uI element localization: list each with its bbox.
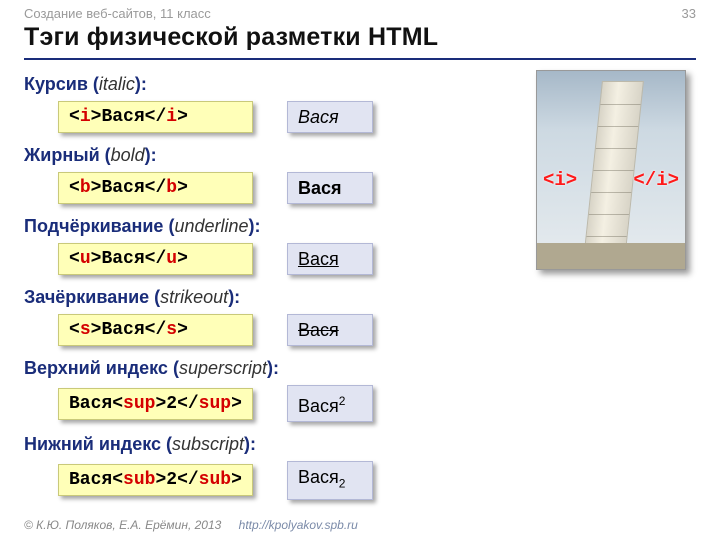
output-box: Вася xyxy=(287,172,373,204)
code-box: Вася<sup>2</sup> xyxy=(58,388,253,420)
code-box: <u>Вася</u> xyxy=(58,243,253,275)
example-pair: <b>Вася</b> Вася xyxy=(58,172,526,204)
code-box: <s>Вася</s> xyxy=(58,314,253,346)
example-pair: <u>Вася</u> Вася xyxy=(58,243,526,275)
slide: Создание веб-сайтов, 11 класс 33 Тэги фи… xyxy=(0,0,720,540)
tower-body xyxy=(584,81,644,251)
output-box: Вася2 xyxy=(287,385,373,422)
example-pair: <i>Вася</i> Вася xyxy=(58,101,526,133)
example-pair: <s>Вася</s> Вася xyxy=(58,314,526,346)
label-en: bold xyxy=(111,145,145,165)
tower-close-tag: </i> xyxy=(633,169,679,191)
copyright: © К.Ю. Поляков, Е.А. Ерёмин, 2013 xyxy=(24,518,221,532)
row-label: Подчёркивание (underline): xyxy=(24,216,526,237)
output-sup: 2 xyxy=(339,394,346,408)
row-label: Верхний индекс (superscript): xyxy=(24,358,526,379)
label-ru: Подчёркивание xyxy=(24,216,163,236)
page-title: Тэги физической разметки HTML xyxy=(24,23,696,60)
page-number: 33 xyxy=(682,6,696,21)
output-box: Вася xyxy=(287,243,373,275)
footer-url: http://kpolyakov.spb.ru xyxy=(239,518,358,532)
example-pair: Вася<sub>2</sub> Вася2 xyxy=(58,461,526,500)
label-ru: Зачёркивание xyxy=(24,287,149,307)
example-pair: Вася<sup>2</sup> Вася2 xyxy=(58,385,526,422)
label-en: italic xyxy=(99,74,135,94)
examples-column: Курсив (italic): <i>Вася</i> Вася Жирный… xyxy=(24,70,526,512)
row-label: Зачёркивание (strikeout): xyxy=(24,287,526,308)
footer: © К.Ю. Поляков, Е.А. Ерёмин, 2013 http:/… xyxy=(24,518,358,532)
close-tag: i xyxy=(166,107,177,127)
row-label: Нижний индекс (subscript): xyxy=(24,434,526,455)
context-label: Создание веб-сайтов, 11 класс xyxy=(24,6,211,21)
label-en: subscript xyxy=(172,434,244,454)
label-ru: Верхний индекс xyxy=(24,358,168,378)
output-box: Вася2 xyxy=(287,461,373,500)
code-box: <i>Вася</i> xyxy=(58,101,253,133)
label-en: underline xyxy=(174,216,248,236)
tower-ground xyxy=(537,243,685,269)
row-label: Курсив (italic): xyxy=(24,74,526,95)
tower-tag-overlay: <i> </i> xyxy=(537,169,685,191)
illustration-column: <i> </i> xyxy=(526,70,696,512)
label-en: strikeout xyxy=(160,287,228,307)
tower-open-tag: <i> xyxy=(543,169,577,191)
output-text: Вася xyxy=(298,107,339,127)
label-en: superscript xyxy=(179,358,267,378)
label-ru: Курсив xyxy=(24,74,88,94)
output-box: Вася xyxy=(287,314,373,346)
code-inner: Вася xyxy=(101,107,144,127)
content: Курсив (italic): <i>Вася</i> Вася Жирный… xyxy=(24,70,696,512)
topbar: Создание веб-сайтов, 11 класс 33 xyxy=(24,6,696,21)
row-label: Жирный (bold): xyxy=(24,145,526,166)
code-box: <b>Вася</b> xyxy=(58,172,253,204)
label-ru: Нижний индекс xyxy=(24,434,161,454)
output-sub: 2 xyxy=(339,477,346,491)
code-box: Вася<sub>2</sub> xyxy=(58,464,253,496)
open-tag: i xyxy=(80,107,91,127)
leaning-tower-image: <i> </i> xyxy=(536,70,686,270)
output-box: Вася xyxy=(287,101,373,133)
label-ru: Жирный xyxy=(24,145,100,165)
